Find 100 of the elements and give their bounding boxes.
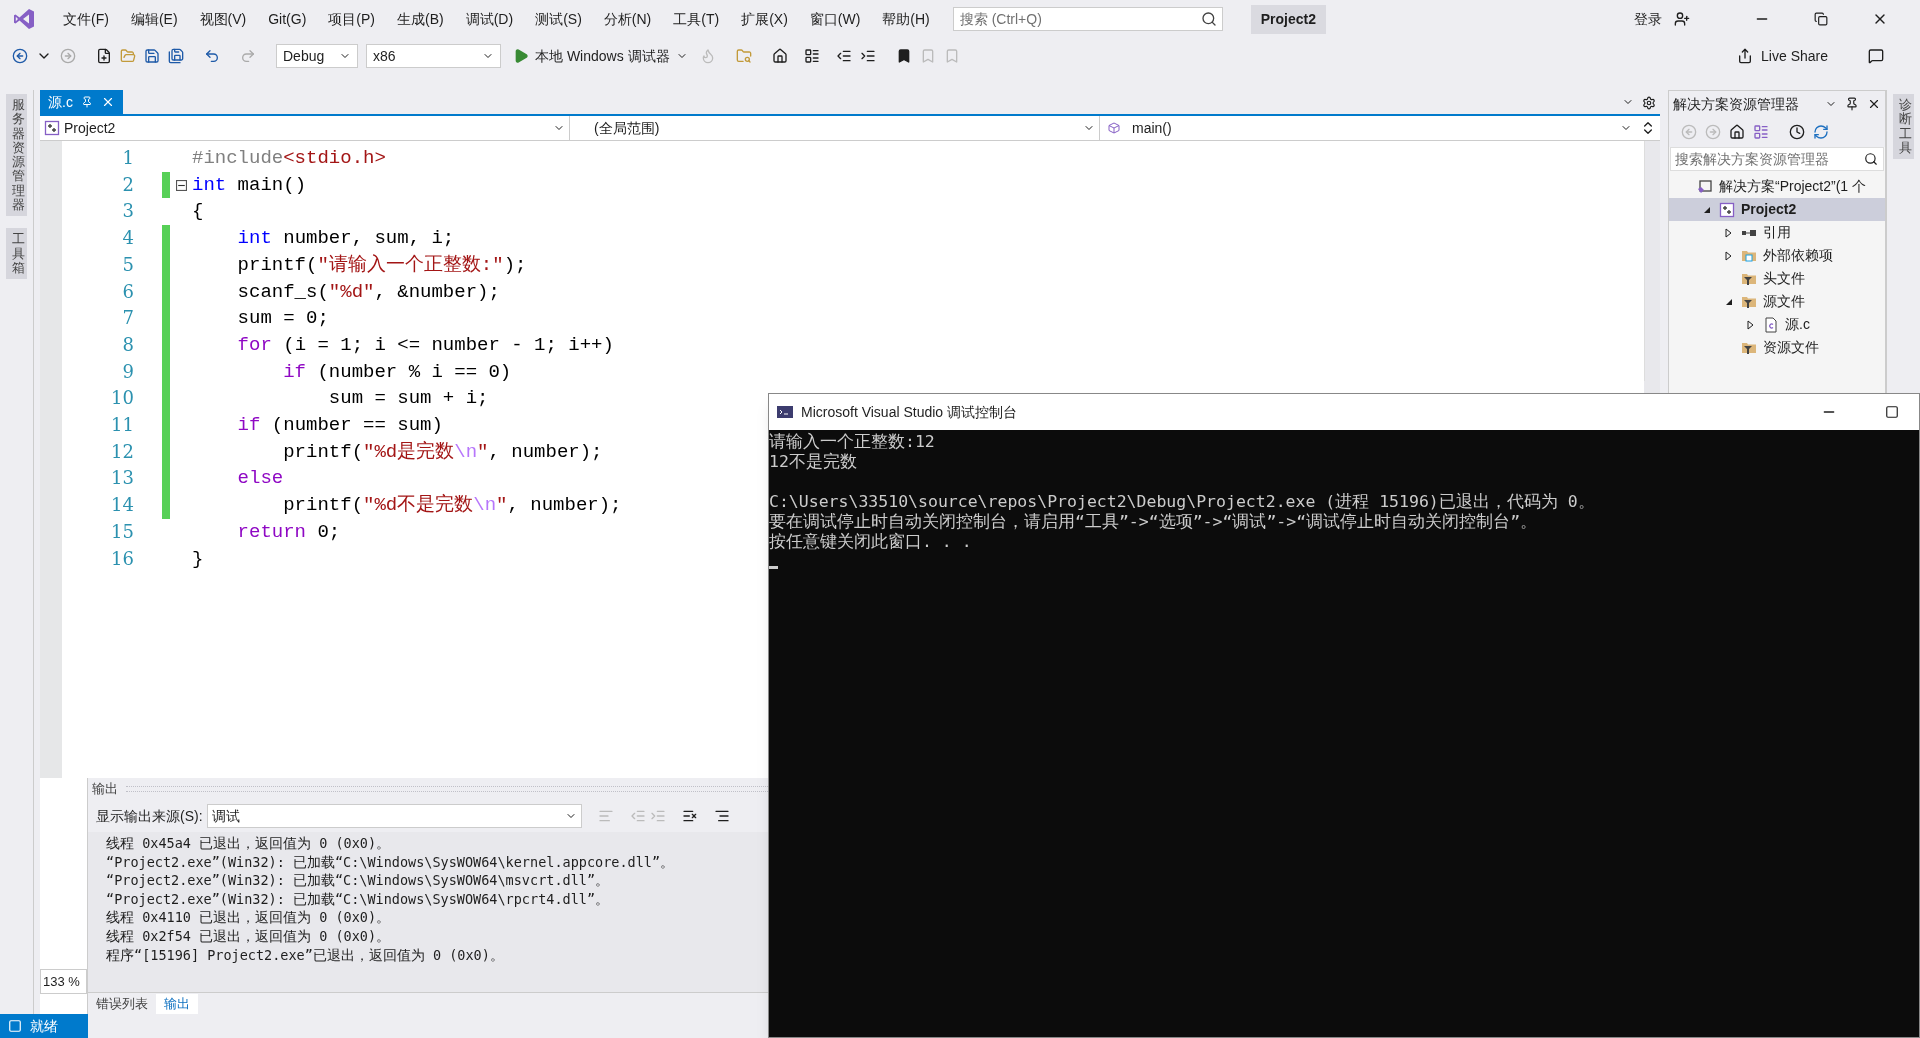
status-icon: [8, 1019, 22, 1033]
new-file-icon[interactable]: [96, 48, 112, 64]
tree-item[interactable]: 外部依赖项: [1669, 244, 1885, 267]
line-number: 6: [121, 279, 134, 304]
solution-icon: [1697, 178, 1713, 195]
search-icon: [1864, 152, 1878, 166]
menu-item[interactable]: 项目(P): [317, 8, 386, 30]
line-number: 9: [121, 359, 134, 384]
sync-icon[interactable]: [1813, 124, 1829, 140]
line-number: 5: [121, 252, 134, 277]
text-cursor: [769, 566, 778, 569]
panel-title: 解决方案资源管理器: [1673, 94, 1800, 114]
expanded-arrow-icon[interactable]: [1703, 205, 1711, 214]
maximize-icon[interactable]: [1885, 405, 1899, 419]
menu-item[interactable]: 生成(B): [386, 8, 455, 30]
pin-icon[interactable]: [1845, 97, 1859, 111]
panel-tab[interactable]: 输出: [156, 994, 198, 1014]
restore-icon[interactable]: [1814, 12, 1828, 26]
side-tab[interactable]: 诊断工具: [1893, 94, 1914, 160]
back-icon[interactable]: [12, 48, 28, 64]
line-number: 10: [110, 386, 134, 411]
collapsed-arrow-icon[interactable]: [1747, 319, 1755, 330]
close-icon[interactable]: [1867, 97, 1881, 111]
line-number: 1: [121, 146, 134, 170]
menu-item[interactable]: 工具(T): [662, 8, 731, 30]
line-number: 4: [121, 226, 134, 251]
side-tab[interactable]: 服务器资源管理器: [6, 94, 27, 217]
member-dropdown[interactable]: main(): [1100, 116, 1636, 140]
indent-icon[interactable]: [859, 48, 876, 64]
switch-view-icon[interactable]: [1753, 124, 1769, 140]
tree-item[interactable]: 资源文件: [1669, 336, 1885, 359]
panel-title: 输出: [92, 780, 118, 799]
project-dropdown[interactable]: Project2: [40, 116, 570, 140]
collapse-icon[interactable]: [175, 179, 187, 191]
menu-item[interactable]: 测试(S): [524, 8, 593, 30]
c-file-icon: [1763, 316, 1779, 333]
visual-studio-logo-icon: [12, 7, 36, 31]
live-share-button[interactable]: Live Share: [1737, 45, 1828, 67]
expanded-arrow-icon[interactable]: [1725, 297, 1733, 306]
user-plus-icon[interactable]: [1674, 11, 1690, 27]
output-line: “Project2.exe”(Win32): 已加载“C:\Windows\SysWOW64\rpcrt4.dll”。: [106, 889, 611, 909]
menu-item[interactable]: Git(G): [257, 8, 318, 30]
menu-item[interactable]: 扩展(X): [730, 8, 799, 30]
source-dropdown[interactable]: 调试: [206, 804, 582, 828]
line-number: 14: [110, 493, 134, 518]
list-icon[interactable]: [803, 48, 820, 64]
outdent-icon[interactable]: [835, 48, 852, 64]
menu-item[interactable]: 视图(V): [188, 8, 258, 30]
console-line: 请输入一个正整数:12: [769, 432, 936, 452]
line-number: 15: [110, 519, 134, 544]
code-line: printf("%d是完数\n", number);: [282, 439, 603, 465]
history-icon[interactable]: [1789, 124, 1805, 140]
play-icon: [513, 48, 529, 64]
collapsed-arrow-icon[interactable]: [1725, 227, 1733, 238]
window-title: Microsoft Visual Studio 调试控制台: [801, 402, 1019, 422]
tree-item[interactable]: 解决方案“Project2”(1 个: [1669, 175, 1885, 198]
tree-item[interactable]: Project2: [1669, 198, 1885, 221]
code-line: for (i = 1; i <= number - 1; i++): [236, 332, 614, 358]
save-icon[interactable]: [144, 48, 160, 64]
output-line: “Project2.exe”(Win32): 已加载“C:\Windows\SysWOW64\msvcrt.dll”。: [106, 871, 611, 890]
code-line: sum = 0;: [236, 306, 329, 332]
status-text: 就绪: [30, 1016, 58, 1036]
project-title: Project2: [1250, 4, 1327, 34]
tree-item[interactable]: 源文件: [1669, 290, 1885, 313]
feedback-icon[interactable]: [1868, 48, 1884, 64]
line-number: 13: [110, 466, 134, 491]
menu-item[interactable]: 窗口(W): [798, 8, 872, 30]
side-tab[interactable]: 工具箱: [6, 228, 27, 280]
solution-search-field[interactable]: 搜索解决方案资源管理器: [1670, 147, 1884, 171]
project-icon: [44, 120, 60, 136]
console-line: 按任意键关闭此窗口. . .: [769, 532, 973, 552]
home-icon[interactable]: [1729, 124, 1745, 140]
platform-dropdown[interactable]: x86: [366, 44, 501, 68]
configuration-dropdown[interactable]: Debug: [276, 44, 358, 68]
clear-all-icon[interactable]: [681, 808, 698, 824]
share-icon: [1737, 48, 1754, 64]
menu-item[interactable]: 调试(D): [454, 8, 525, 30]
code-line: scanf_s("%d", &number);: [236, 279, 500, 305]
sign-in-link[interactable]: 登录: [1634, 8, 1662, 30]
undo-icon[interactable]: [204, 48, 220, 64]
code-line: else: [236, 466, 284, 492]
home-icon[interactable]: [771, 48, 788, 64]
zoom-level[interactable]: 133 %: [40, 968, 87, 994]
menu-item[interactable]: 文件(F): [52, 8, 120, 30]
output-line: 线程 0x4110 已退出，返回值为 0 (0x0)。: [106, 908, 392, 927]
search-field[interactable]: 搜索 (Ctrl+Q): [952, 7, 1223, 31]
word-wrap-icon[interactable]: [713, 808, 730, 824]
console-line: C:\Users\33510\source\repos\Project2\Debug\Project2.exe (进程 15196)已退出，代码为 0。: [769, 492, 1596, 512]
menu-item[interactable]: 分析(N): [592, 8, 663, 30]
tree-item[interactable]: 源.c: [1669, 313, 1885, 336]
tree-item[interactable]: 头文件: [1669, 267, 1885, 290]
tree-item[interactable]: 引用: [1669, 221, 1885, 244]
output-line: 线程 0x45a4 已退出，返回值为 0 (0x0)。: [106, 834, 392, 853]
menu-item[interactable]: 帮助(H): [871, 8, 941, 30]
run-debugger-button[interactable]: 本地 Windows 调试器: [509, 45, 692, 67]
menu-item[interactable]: 编辑(E): [119, 8, 189, 30]
settings-icon[interactable]: [1642, 96, 1656, 110]
scope-dropdown[interactable]: (全局范围): [570, 116, 1100, 140]
collapsed-arrow-icon[interactable]: [1725, 250, 1733, 261]
save-all-icon[interactable]: [168, 48, 184, 64]
